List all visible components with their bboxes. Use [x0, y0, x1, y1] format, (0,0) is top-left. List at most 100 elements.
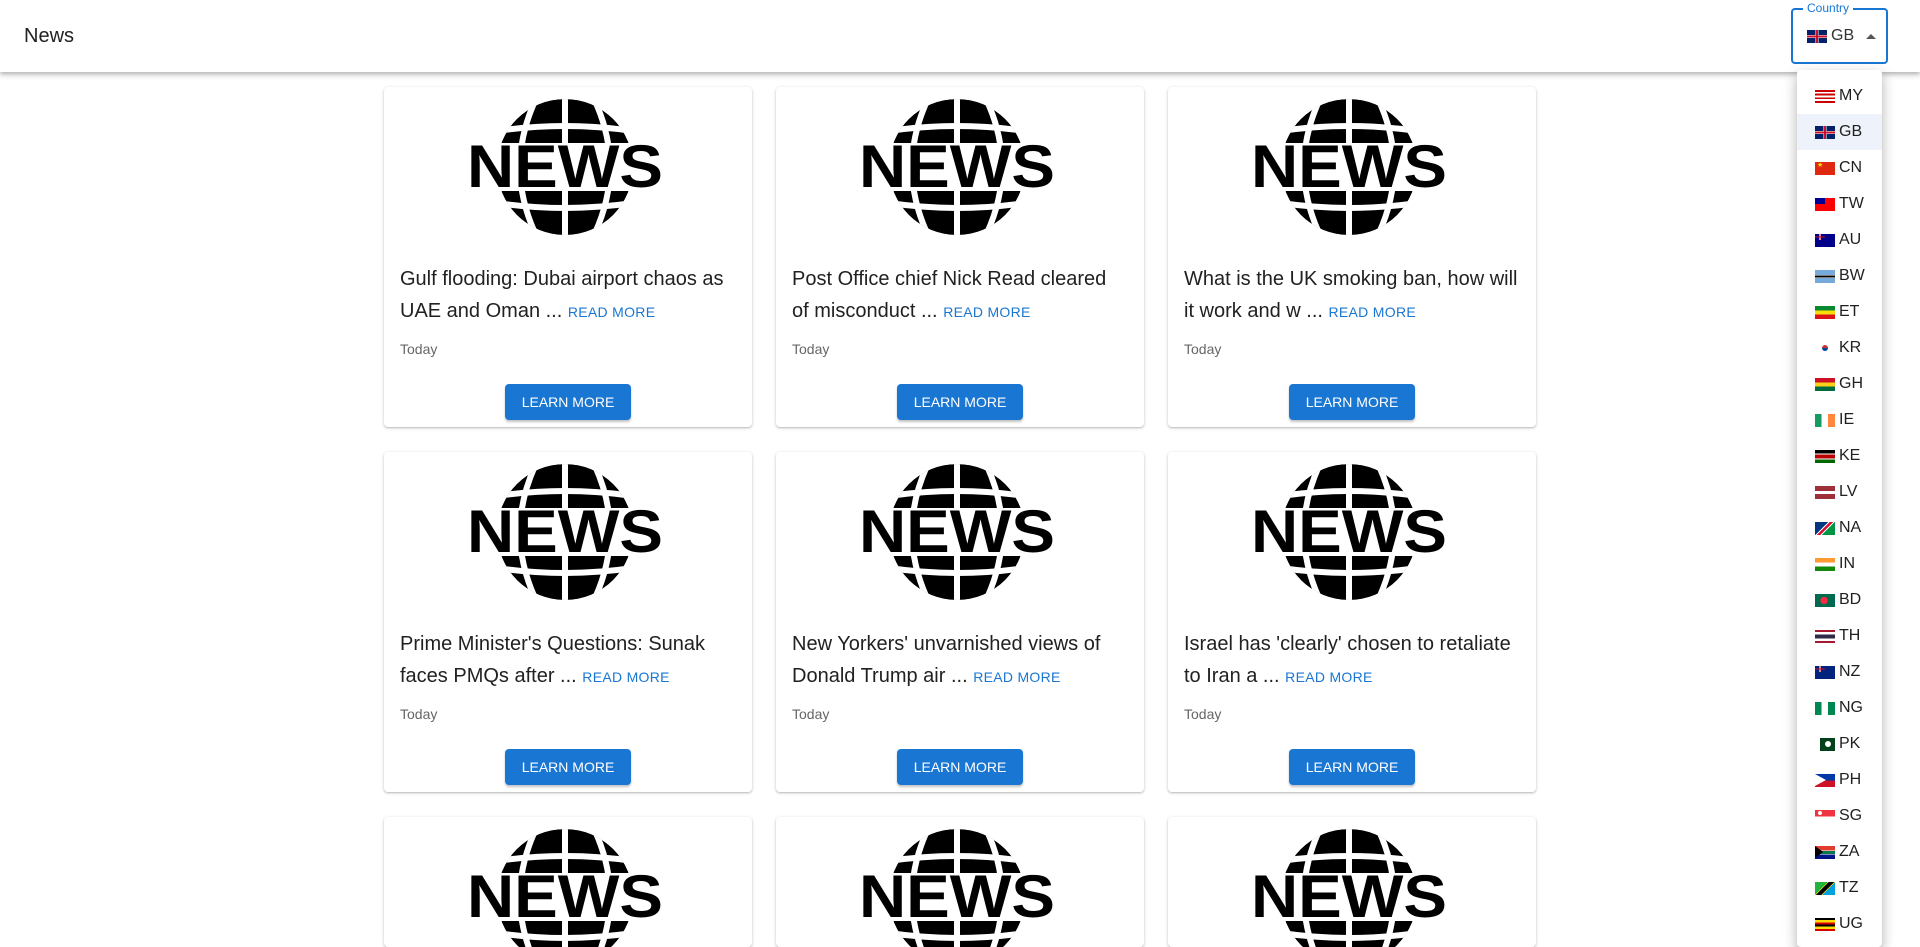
caret-up-icon[interactable]: [1866, 34, 1876, 39]
read-more-link[interactable]: READ MORE: [568, 304, 656, 320]
country-option-label: NG: [1839, 699, 1863, 716]
country-option-in[interactable]: IN: [1797, 546, 1882, 582]
news-logo-image: NEWS: [465, 99, 665, 235]
read-more-link[interactable]: READ MORE: [582, 669, 670, 685]
learn-more-button[interactable]: LEARN MORE: [1289, 749, 1415, 785]
flag-bd-icon: [1815, 593, 1835, 607]
country-option-label: GB: [1839, 123, 1863, 140]
country-option-label: PH: [1839, 771, 1862, 788]
flag-ug-icon: [1815, 917, 1835, 931]
news-card-date: Today: [1184, 341, 1222, 357]
country-select-value-text: GB: [1831, 27, 1855, 44]
flag-canton: [1815, 197, 1825, 204]
country-option-ug[interactable]: UG: [1797, 906, 1882, 942]
country-option-label: IE: [1839, 411, 1855, 428]
news-card: NEWS New Yorkers' unvarnished views of D…: [776, 452, 1144, 792]
flag-crescent: [1818, 810, 1822, 815]
app-title: News: [24, 25, 75, 47]
flag-taeguk: [1822, 344, 1828, 351]
news-logo-image: NEWS: [1249, 829, 1449, 947]
country-option-pk[interactable]: PK: [1797, 726, 1882, 762]
news-logo-text: NEWS: [859, 863, 1055, 930]
flag-tw-icon: [1815, 197, 1835, 211]
country-option-bd[interactable]: BD: [1797, 582, 1882, 618]
country-option-au[interactable]: AU: [1797, 222, 1882, 258]
read-more-link[interactable]: READ MORE: [1285, 669, 1373, 685]
country-option-label: TH: [1839, 627, 1861, 644]
flag-triangle: [1815, 773, 1826, 786]
menu-top-padding: [1797, 70, 1882, 78]
country-option-label: BD: [1839, 591, 1862, 608]
country-option-ph[interactable]: PH: [1797, 762, 1882, 798]
news-logo-text: NEWS: [1251, 863, 1447, 930]
country-option-ng[interactable]: NG: [1797, 690, 1882, 726]
country-menu: MY GB ★ CN TW AU BW ET KR GH IE KE LV NA IN BD TH NZ NG PK P…: [1797, 70, 1882, 947]
country-option-label: TW: [1839, 195, 1864, 212]
news-card-title: Prime Minister's Questions: Sunak faces …: [400, 633, 706, 687]
country-option-label: NA: [1839, 519, 1862, 536]
news-card: NEWS: [776, 817, 1144, 947]
news-card-title: Post Office chief Nick Read cleared of m…: [792, 268, 1107, 322]
country-option-ke[interactable]: KE: [1797, 438, 1882, 474]
news-logo-image: NEWS: [465, 464, 665, 600]
news-logo-image: NEWS: [857, 464, 1057, 600]
country-option-za[interactable]: ZA: [1797, 834, 1882, 870]
country-option-label: KR: [1839, 339, 1862, 356]
country-option-my[interactable]: MY: [1797, 78, 1882, 114]
read-more-link[interactable]: READ MORE: [943, 304, 1031, 320]
country-option-kr[interactable]: KR: [1797, 330, 1882, 366]
news-card: NEWS Post Office chief Nick Read cleared…: [776, 87, 1144, 427]
country-option-label: SG: [1839, 807, 1863, 824]
learn-more-button[interactable]: LEARN MORE: [505, 384, 631, 420]
news-card-date: Today: [1184, 706, 1222, 722]
read-more-link[interactable]: READ MORE: [973, 669, 1061, 685]
country-option-th[interactable]: TH: [1797, 618, 1882, 654]
news-card-title: New Yorkers' unvarnished views of Donald…: [792, 633, 1101, 687]
news-card-date: Today: [400, 706, 438, 722]
learn-more-button[interactable]: LEARN MORE: [897, 384, 1023, 420]
flag-nz-icon: [1815, 665, 1835, 679]
country-option-label: BW: [1839, 267, 1865, 284]
country-option-sg[interactable]: SG: [1797, 798, 1882, 834]
country-option-label: UG: [1839, 915, 1863, 932]
country-option-label: ET: [1839, 303, 1860, 320]
news-card-date: Today: [792, 706, 830, 722]
flag-sg-icon: [1815, 809, 1835, 823]
flag-cross-red: [1815, 233, 1825, 240]
country-option-label: IN: [1839, 555, 1855, 572]
flag-th-icon: [1815, 629, 1835, 643]
flag-ng-icon: [1815, 701, 1835, 715]
country-option-gh[interactable]: GH: [1797, 366, 1882, 402]
flag-et-icon: [1815, 305, 1835, 319]
news-logo-text: NEWS: [467, 498, 663, 565]
country-option-cn[interactable]: ★ CN: [1797, 150, 1882, 186]
country-option-lv[interactable]: LV: [1797, 474, 1882, 510]
flag-ph-icon: [1815, 773, 1835, 787]
country-option-nz[interactable]: NZ: [1797, 654, 1882, 690]
read-more-link[interactable]: READ MORE: [1329, 304, 1417, 320]
country-option-na[interactable]: NA: [1797, 510, 1882, 546]
country-select[interactable]: Country GB: [1791, 1, 1888, 64]
flag-lv-icon: [1815, 485, 1835, 499]
country-option-label: NZ: [1839, 663, 1861, 680]
flag-in-icon: [1815, 557, 1835, 571]
flag-cn-icon: ★: [1815, 161, 1835, 175]
country-option-tz[interactable]: TZ: [1797, 870, 1882, 906]
country-option-tw[interactable]: TW: [1797, 186, 1882, 222]
country-option-label: CN: [1839, 159, 1863, 176]
news-card: NEWS Israel has 'clearly' chosen to reta…: [1168, 452, 1536, 792]
country-option-ie[interactable]: IE: [1797, 402, 1882, 438]
country-option-bw[interactable]: BW: [1797, 258, 1882, 294]
country-option-gb[interactable]: GB: [1797, 114, 1882, 150]
news-card-date: Today: [400, 341, 438, 357]
learn-more-button[interactable]: LEARN MORE: [1289, 384, 1415, 420]
country-option-et[interactable]: ET: [1797, 294, 1882, 330]
flag-ie-icon: [1815, 413, 1835, 427]
learn-more-button[interactable]: LEARN MORE: [505, 749, 631, 785]
news-logo-text: NEWS: [859, 498, 1055, 565]
country-option-label: PK: [1839, 735, 1861, 752]
news-logo-image: NEWS: [1249, 464, 1449, 600]
learn-more-button[interactable]: LEARN MORE: [897, 749, 1023, 785]
flag-gh-icon: [1815, 377, 1835, 391]
country-option-label: LV: [1839, 483, 1858, 500]
